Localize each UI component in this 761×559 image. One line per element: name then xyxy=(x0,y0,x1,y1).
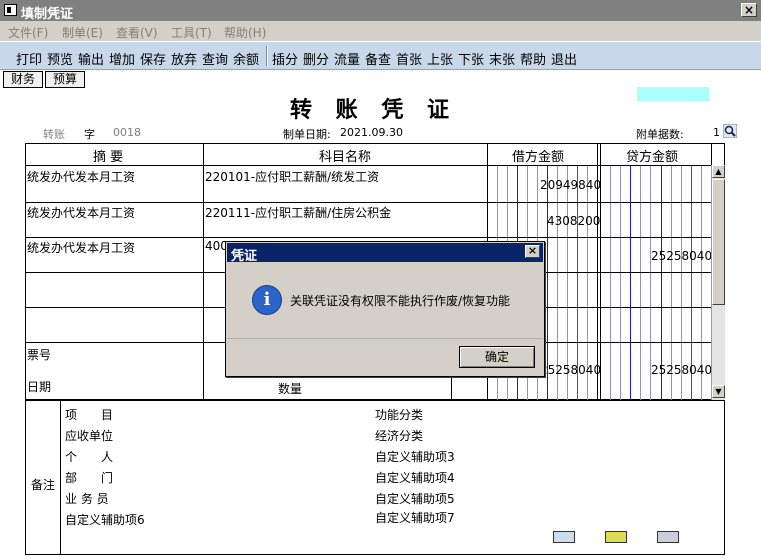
cashflow-button[interactable]: 流量 xyxy=(334,49,360,68)
toolbar-separator xyxy=(266,46,268,66)
attachment-count[interactable]: 1 xyxy=(713,126,720,139)
remark-function-class[interactable]: 功能分类 xyxy=(375,406,423,423)
scroll-down-button[interactable]: ▼ xyxy=(712,385,725,398)
link-icon[interactable] xyxy=(657,531,679,543)
row1-debit[interactable]: 20949840 xyxy=(540,178,601,192)
remark-salesperson[interactable]: 业 务 员 xyxy=(65,490,109,507)
memo-button[interactable]: 备查 xyxy=(365,49,391,68)
column-header-account: 科目名称 xyxy=(319,150,372,165)
remarks-label: 备注 xyxy=(31,478,56,492)
credit-total: 25258040 xyxy=(651,363,713,377)
window-close-button[interactable]: × xyxy=(741,3,757,17)
attachment-label: 附单据数: xyxy=(636,128,684,141)
preview-button[interactable]: 预览 xyxy=(47,49,73,68)
exit-button[interactable]: 退出 xyxy=(551,49,577,68)
discard-button[interactable]: 放弃 xyxy=(171,49,197,68)
window-titlebar: 填制凭证 × xyxy=(0,0,761,22)
attachment-search-icon[interactable] xyxy=(722,123,738,139)
print-button[interactable]: 打印 xyxy=(16,49,42,68)
ticket-number-label: 票号 xyxy=(27,348,52,362)
remark-custom6[interactable]: 自定义辅助项6 xyxy=(65,511,145,528)
column-header-credit: 贷方金额 xyxy=(626,150,679,165)
remark-custom4[interactable]: 自定义辅助项4 xyxy=(375,469,455,486)
voucher-title: 转 账 凭 证 xyxy=(290,97,457,123)
window-title: 填制凭证 xyxy=(21,7,74,22)
grid-scrollbar[interactable]: ▲ ▼ xyxy=(711,165,725,400)
ticket-date-label: 日期 xyxy=(27,380,52,394)
row3-summary[interactable]: 统发办代发本月工资 xyxy=(27,239,135,256)
delete-entry-button[interactable]: 删分 xyxy=(303,49,329,68)
voucher-date-label: 制单日期: xyxy=(283,128,331,141)
detail-icon[interactable] xyxy=(605,531,627,543)
row2-summary[interactable]: 统发办代发本月工资 xyxy=(27,204,135,221)
export-button[interactable]: 输出 xyxy=(78,49,104,68)
ok-button[interactable]: 确定 xyxy=(459,346,535,368)
row1-account[interactable]: 220101-应付职工薪酬/统发工资 xyxy=(205,168,379,185)
first-button[interactable]: 首张 xyxy=(396,49,422,68)
remark-receivable-unit[interactable]: 应收单位 xyxy=(65,427,113,444)
save-button[interactable]: 保存 xyxy=(140,49,166,68)
voucher-dialog: 凭证 × i 关联凭证没有权限不能执行作废/恢复功能 确定 xyxy=(225,241,545,377)
next-button[interactable]: 下张 xyxy=(458,49,484,68)
auxiliary-icon[interactable] xyxy=(553,531,575,543)
remark-custom7[interactable]: 自定义辅助项7 xyxy=(375,509,455,526)
menu-help[interactable]: 帮助(H) xyxy=(224,24,266,41)
remark-custom5[interactable]: 自定义辅助项5 xyxy=(375,490,455,507)
tab-finance[interactable]: 财务 xyxy=(3,71,43,88)
remark-custom3[interactable]: 自定义辅助项3 xyxy=(375,448,455,465)
scroll-up-button[interactable]: ▲ xyxy=(712,165,725,178)
voucher-date[interactable]: 2021.09.30 xyxy=(340,126,403,139)
debit-total: 25258040 xyxy=(540,363,602,377)
dialog-close-button[interactable]: × xyxy=(525,245,540,258)
app-icon xyxy=(4,4,17,16)
menu-bar: 文件(F) 制单(E) 查看(V) 工具(T) 帮助(H) xyxy=(0,21,761,41)
row1-summary[interactable]: 统发办代发本月工资 xyxy=(27,168,135,185)
menu-view[interactable]: 查看(V) xyxy=(116,24,158,41)
voucher-number[interactable]: 0018 xyxy=(113,126,141,139)
voucher-zi-label: 字 xyxy=(84,128,95,141)
info-icon: i xyxy=(252,285,282,315)
remark-person[interactable]: 个 人 xyxy=(65,448,113,465)
menu-edit[interactable]: 制单(E) xyxy=(62,24,103,41)
previous-button[interactable]: 上张 xyxy=(427,49,453,68)
insert-entry-button[interactable]: 插分 xyxy=(272,49,298,68)
add-button[interactable]: 增加 xyxy=(109,49,135,68)
tab-budget[interactable]: 预算 xyxy=(45,71,85,88)
row2-account[interactable]: 220111-应付职工薪酬/住房公积金 xyxy=(205,204,391,221)
scroll-thumb[interactable] xyxy=(712,179,725,305)
last-button[interactable]: 末张 xyxy=(489,49,515,68)
menu-tools[interactable]: 工具(T) xyxy=(171,24,212,41)
quantity-label: 数量 xyxy=(278,382,303,396)
column-header-debit: 借方金额 xyxy=(512,150,565,165)
dialog-title: 凭证 xyxy=(227,243,543,264)
balance-button[interactable]: 余额 xyxy=(233,49,259,68)
toolbar: 打印 预览 输出 增加 保存 放弃 查询 余额 插分 删分 流量 备查 首张 上… xyxy=(0,41,761,70)
remark-department[interactable]: 部 门 xyxy=(65,469,113,486)
help-button[interactable]: 帮助 xyxy=(520,49,546,68)
dialog-message: 关联凭证没有权限不能执行作废/恢复功能 xyxy=(290,294,511,308)
tab-strip: 财务 预算 xyxy=(0,70,761,88)
remark-economic-class[interactable]: 经济分类 xyxy=(375,427,423,444)
row2-debit[interactable]: 4308200 xyxy=(547,214,600,228)
query-button[interactable]: 查询 xyxy=(202,49,228,68)
menu-file[interactable]: 文件(F) xyxy=(8,24,48,41)
voucher-status-box xyxy=(637,87,709,101)
voucher-type[interactable]: 转账 xyxy=(43,126,65,142)
remark-project[interactable]: 项 目 xyxy=(65,406,113,423)
row3-credit[interactable]: 25258040 xyxy=(651,249,712,263)
column-header-summary: 摘 要 xyxy=(93,150,124,165)
